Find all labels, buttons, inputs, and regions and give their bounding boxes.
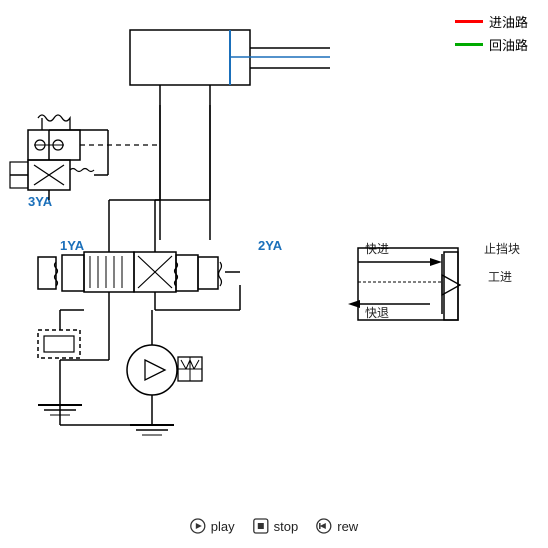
- play-label: play: [211, 519, 235, 534]
- rew-label: rew: [337, 519, 358, 534]
- play-icon: [190, 518, 206, 534]
- rew-button[interactable]: rew: [316, 518, 358, 534]
- controls-bar: play stop rew: [190, 518, 358, 534]
- stop-icon: [253, 518, 269, 534]
- rew-icon: [316, 518, 332, 534]
- play-button[interactable]: play: [190, 518, 235, 534]
- stop-label: stop: [274, 519, 299, 534]
- stop-button[interactable]: stop: [253, 518, 299, 534]
